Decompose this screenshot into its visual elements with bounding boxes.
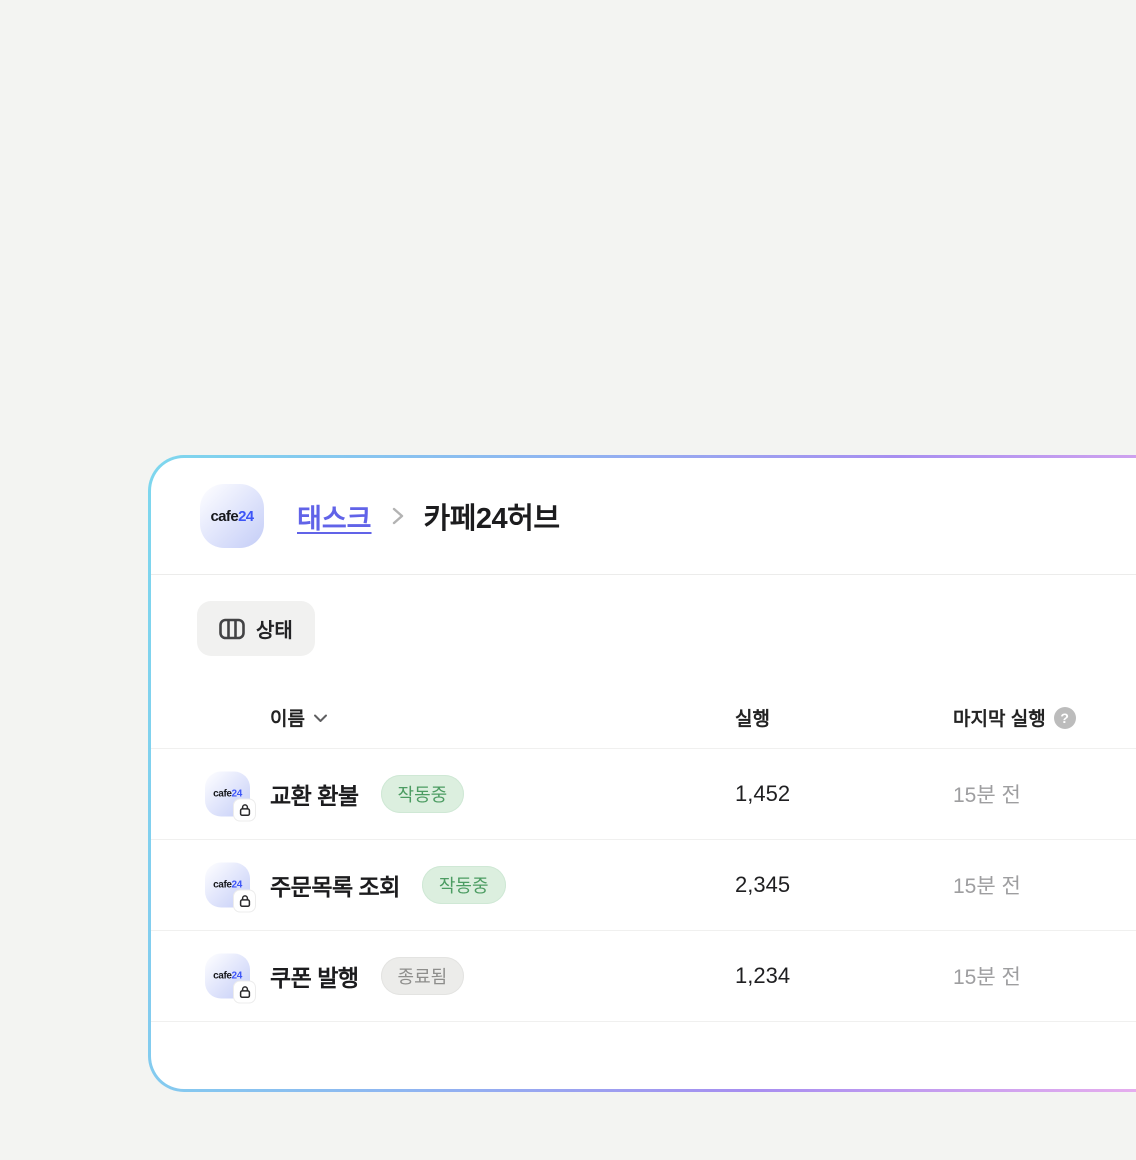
row-logo-text: cafe <box>213 789 231 800</box>
table-row[interactable]: cafe24 교환 환불 작동중 1,452 15분 전 <box>151 749 1136 840</box>
task-name[interactable]: 쿠폰 발행 <box>270 959 359 993</box>
card-header: cafe24 태스크 카페24허브 <box>151 458 1136 575</box>
table-row[interactable]: cafe24 주문목록 조회 작동중 2,345 15분 전 <box>151 840 1136 931</box>
table-row[interactable]: cafe24 쿠폰 발행 종료됨 1,234 15분 전 <box>151 931 1136 1022</box>
page-title: 카페24허브 <box>424 495 560 537</box>
row-logo-text-accent: 24 <box>232 971 242 982</box>
lock-icon <box>234 800 255 821</box>
table-header: 이름 실행 마지막 실행 ? <box>151 656 1136 749</box>
last-run-time: 15분 전 <box>953 961 1021 991</box>
runs-count: 1,234 <box>735 963 790 989</box>
column-header-runs-label: 실행 <box>735 704 770 731</box>
task-name[interactable]: 교환 환불 <box>270 777 359 811</box>
column-header-runs: 실행 <box>735 704 770 731</box>
status-button-label: 상태 <box>256 614 293 643</box>
status-badge: 작동중 <box>381 775 465 813</box>
last-run-time: 15분 전 <box>953 870 1021 900</box>
task-app-icon: cafe24 <box>205 954 250 999</box>
lock-icon <box>234 982 255 1003</box>
column-header-name[interactable]: 이름 <box>270 704 328 731</box>
lock-icon <box>234 891 255 912</box>
column-header-name-label: 이름 <box>270 704 305 731</box>
logo-text: cafe <box>210 508 238 525</box>
row-logo-text-accent: 24 <box>232 789 242 800</box>
logo-text-accent: 24 <box>238 508 254 525</box>
row-logo-text: cafe <box>213 880 231 891</box>
runs-count: 1,452 <box>735 781 790 807</box>
last-run-time: 15분 전 <box>953 779 1021 809</box>
row-logo-text-accent: 24 <box>232 880 242 891</box>
breadcrumb-link-tasks[interactable]: 태스크 <box>297 497 372 536</box>
column-header-last-run: 마지막 실행 ? <box>953 704 1076 731</box>
status-badge: 작동중 <box>422 866 506 904</box>
runs-count: 2,345 <box>735 872 790 898</box>
column-header-last-run-label: 마지막 실행 <box>953 704 1046 731</box>
task-app-icon: cafe24 <box>205 772 250 817</box>
cafe24-logo: cafe24 <box>200 484 264 548</box>
help-icon[interactable]: ? <box>1054 707 1076 729</box>
columns-icon <box>219 618 245 640</box>
task-name[interactable]: 주문목록 조회 <box>270 868 400 902</box>
task-card-surface: cafe24 태스크 카페24허브 상태 이름 <box>151 458 1136 1089</box>
task-card: cafe24 태스크 카페24허브 상태 이름 <box>148 455 1136 1092</box>
status-badge: 종료됨 <box>381 957 465 995</box>
task-app-icon: cafe24 <box>205 863 250 908</box>
status-view-button[interactable]: 상태 <box>197 601 315 656</box>
chevron-down-icon <box>313 713 328 723</box>
breadcrumb: 태스크 카페24허브 <box>297 495 560 537</box>
card-body: 상태 이름 실행 마지막 실행 ? <box>151 575 1136 1022</box>
chevron-right-icon <box>389 504 407 528</box>
row-logo-text: cafe <box>213 971 231 982</box>
